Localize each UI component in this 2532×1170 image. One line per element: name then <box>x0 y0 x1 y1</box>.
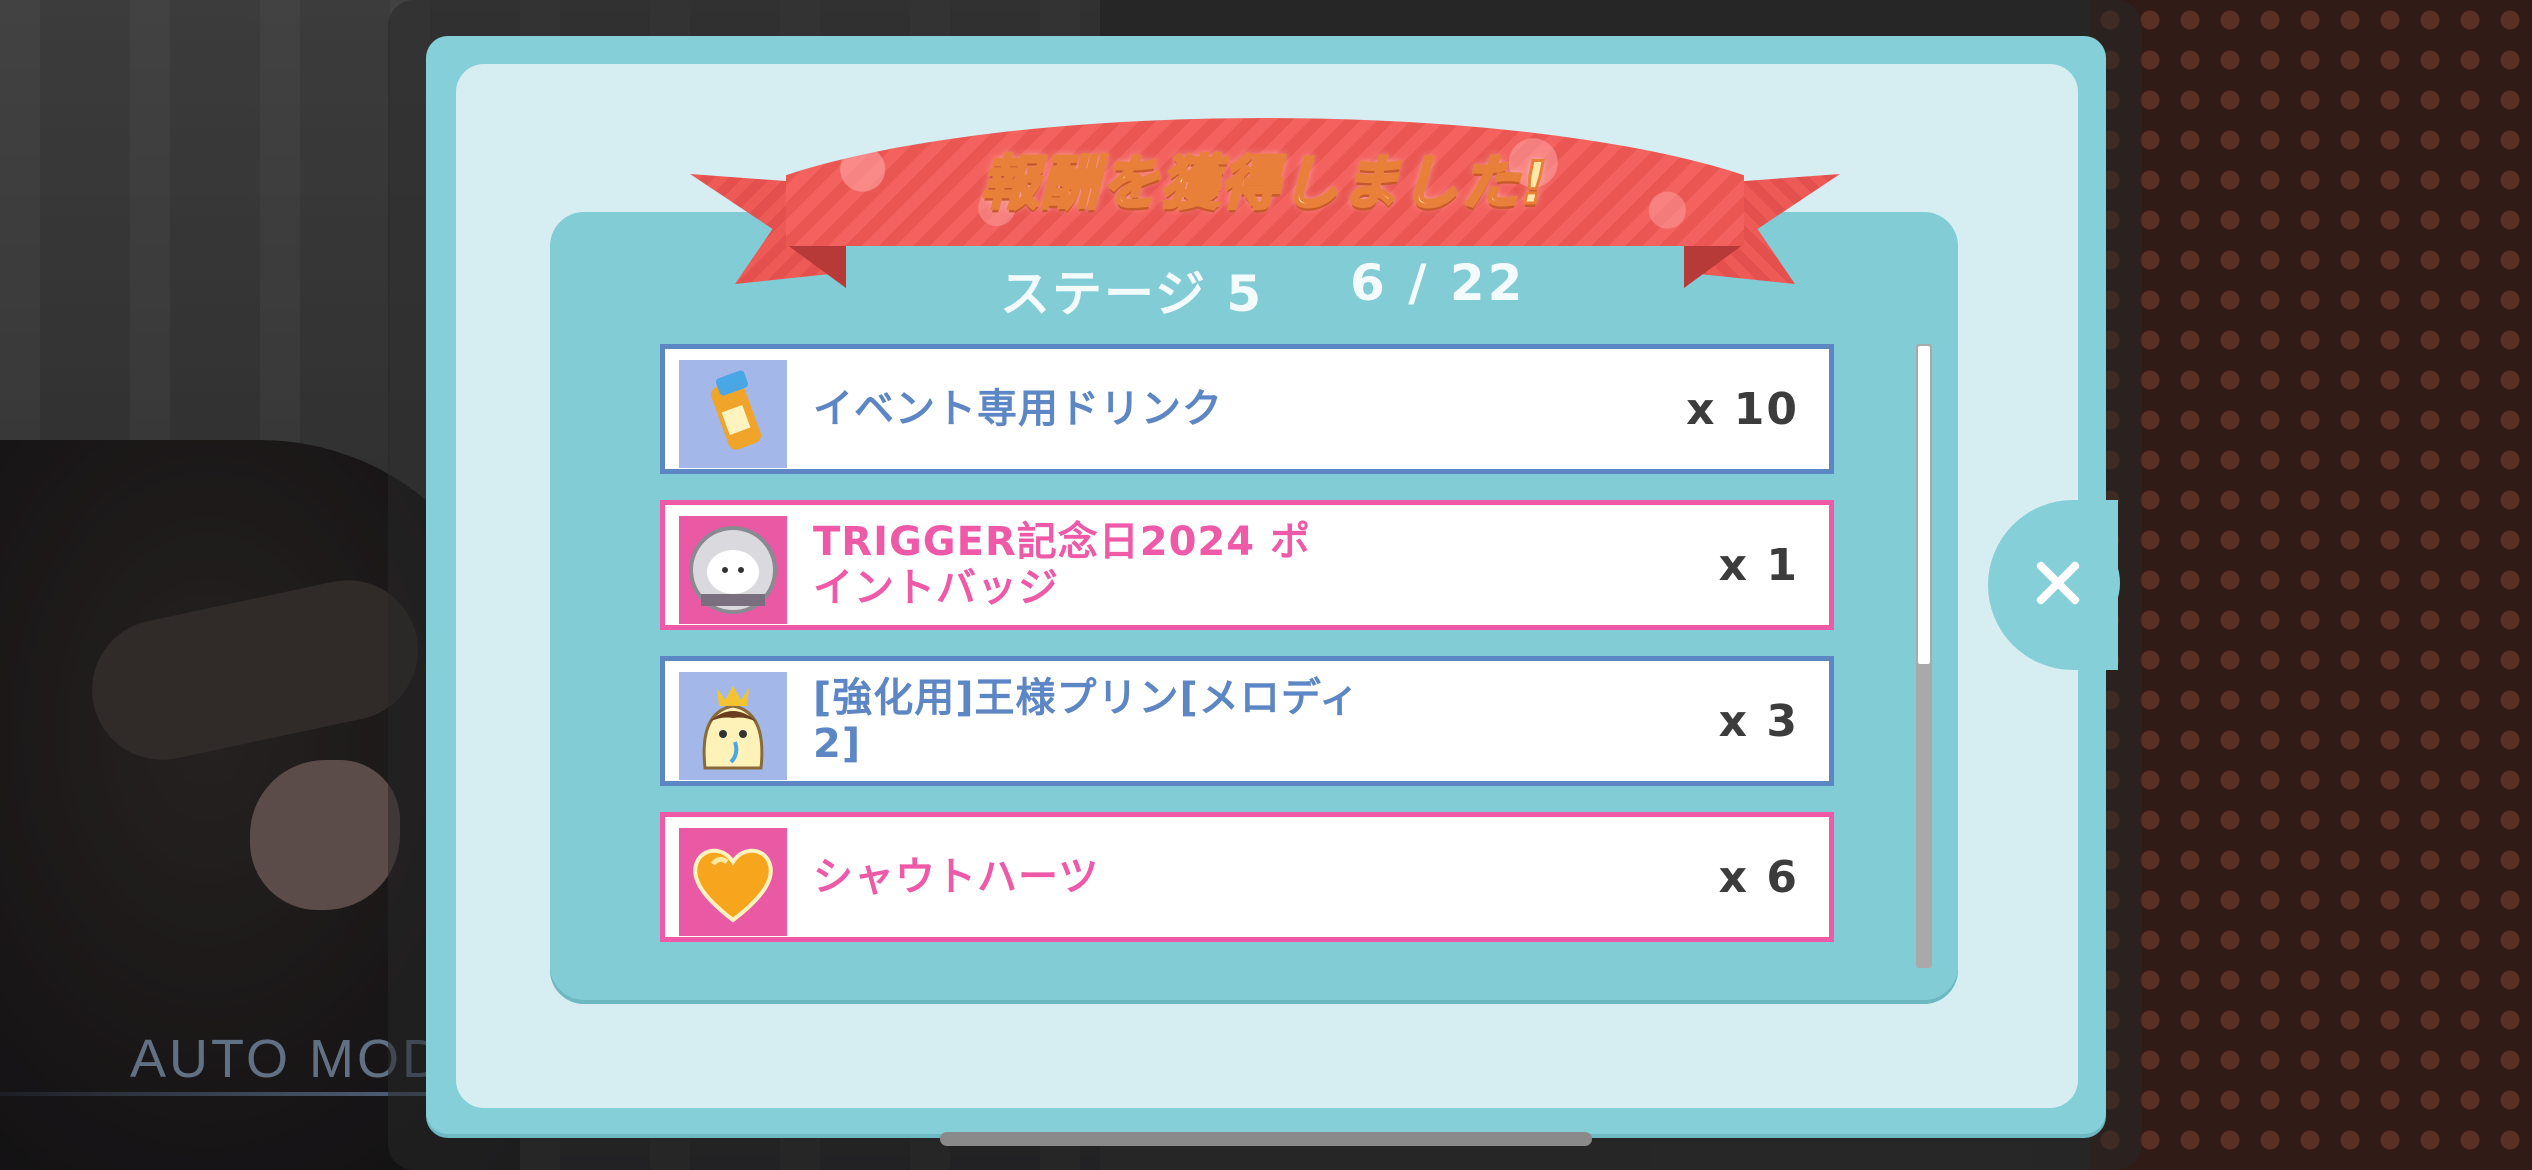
reward-name: シャウトハーツ <box>813 854 1100 900</box>
reward-name: イベント専用ドリンク <box>813 386 1223 432</box>
reward-name-line: 2] <box>813 721 862 767</box>
king-pudding-icon <box>679 672 787 780</box>
home-indicator[interactable] <box>940 1132 1592 1146</box>
reward-name: TRIGGER記念日2024 ポイントバッジ <box>813 505 1433 625</box>
dialog-title: 報酬を獲得しました! <box>979 148 1550 219</box>
reward-quantity: x 1 <box>1718 539 1799 591</box>
reward-name: [強化用]王様プリン[メロディ 2] <box>813 661 1433 781</box>
stage-label: ステージ 5 <box>1000 265 1264 323</box>
reward-quantity: x 6 <box>1718 851 1799 903</box>
title-ribbon: 報酬を獲得しました! <box>690 96 1840 316</box>
reward-name-line: TRIGGER記念日2024 ポ <box>813 519 1312 565</box>
reward-row: [強化用]王様プリン[メロディ 2] x 3 <box>660 656 1834 786</box>
reward-quantity: x 10 <box>1686 383 1799 435</box>
reward-name-line: イントバッジ <box>813 565 1059 611</box>
close-icon[interactable] <box>2010 528 2120 638</box>
scrollbar-thumb[interactable] <box>1918 346 1930 664</box>
reward-quantity: x 3 <box>1718 695 1799 747</box>
reward-name-line: [強化用]王様プリン[メロディ <box>813 675 1361 721</box>
reward-list-scrollbar[interactable] <box>1916 344 1932 968</box>
reward-row: シャウトハーツ x 6 <box>660 812 1834 942</box>
energy-drink-icon <box>679 360 787 468</box>
heart-icon <box>679 828 787 936</box>
reward-row: イベント専用ドリンク x 10 <box>660 344 1834 474</box>
point-badge-icon <box>679 516 787 624</box>
reward-row: TRIGGER記念日2024 ポイントバッジ x 1 <box>660 500 1834 630</box>
stage-progress: 6 / 22 <box>1350 254 1526 312</box>
